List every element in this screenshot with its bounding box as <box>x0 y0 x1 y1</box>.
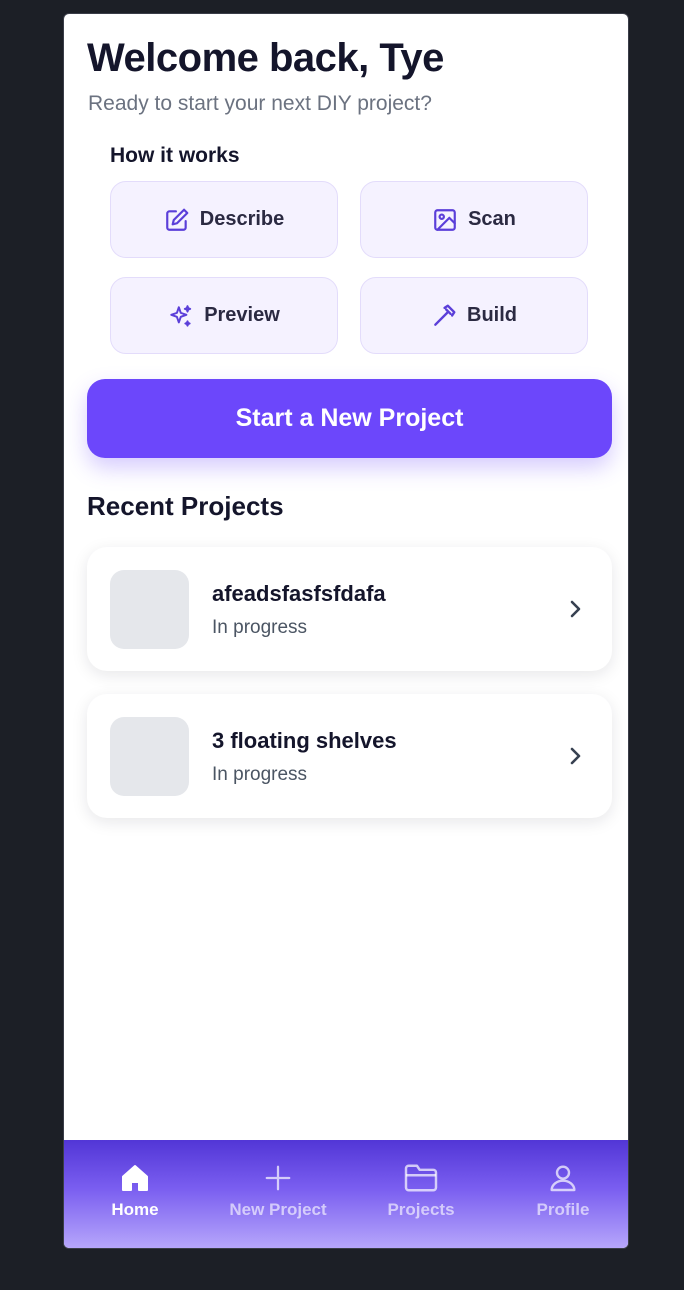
project-thumbnail <box>110 717 189 796</box>
project-status: In progress <box>212 617 308 638</box>
step-label: Preview <box>204 304 280 326</box>
tab-label: Projects <box>387 1200 455 1219</box>
project-name: afeadsfasfsfdafa <box>212 581 386 606</box>
project-card[interactable]: afeadsfasfsfdafa In progress <box>87 547 612 671</box>
project-card[interactable]: 3 floating shelves In progress <box>87 694 612 818</box>
plus-icon <box>260 1160 296 1196</box>
chevron-right-icon <box>564 744 586 768</box>
project-status: In progress <box>212 764 308 785</box>
home-icon <box>117 1160 153 1196</box>
step-scan[interactable]: Scan <box>360 181 588 258</box>
tab-new-project[interactable]: New Project <box>207 1160 349 1220</box>
edit-icon <box>164 207 190 233</box>
image-icon <box>432 207 458 233</box>
project-name: 3 floating shelves <box>212 728 397 753</box>
page-title: Welcome back, Tye <box>87 36 444 80</box>
start-new-project-button[interactable]: Start a New Project <box>87 379 612 458</box>
step-build[interactable]: Build <box>360 277 588 354</box>
step-label: Describe <box>199 208 285 230</box>
bottom-tab-bar: Home New Project Projects Profile <box>64 1140 628 1248</box>
tab-label: New Project <box>229 1200 327 1219</box>
tab-label: Profile <box>536 1200 590 1219</box>
tab-profile[interactable]: Profile <box>492 1160 628 1220</box>
tab-home[interactable]: Home <box>64 1160 206 1220</box>
app-screen: Welcome back, Tye Ready to start your ne… <box>63 13 629 1249</box>
step-preview[interactable]: Preview <box>110 277 338 354</box>
step-describe[interactable]: Describe <box>110 181 338 258</box>
page-subtitle: Ready to start your next DIY project? <box>88 92 432 115</box>
step-label: Build <box>467 304 517 326</box>
tab-projects[interactable]: Projects <box>350 1160 492 1220</box>
tab-label: Home <box>111 1200 159 1219</box>
hammer-icon <box>431 303 457 329</box>
sparkles-icon <box>168 303 194 329</box>
step-label: Scan <box>468 208 516 230</box>
project-thumbnail <box>110 570 189 649</box>
how-it-works-heading: How it works <box>110 144 240 167</box>
folder-icon <box>403 1160 439 1196</box>
chevron-right-icon <box>564 597 586 621</box>
user-icon <box>545 1160 581 1196</box>
recent-projects-heading: Recent Projects <box>87 491 284 521</box>
